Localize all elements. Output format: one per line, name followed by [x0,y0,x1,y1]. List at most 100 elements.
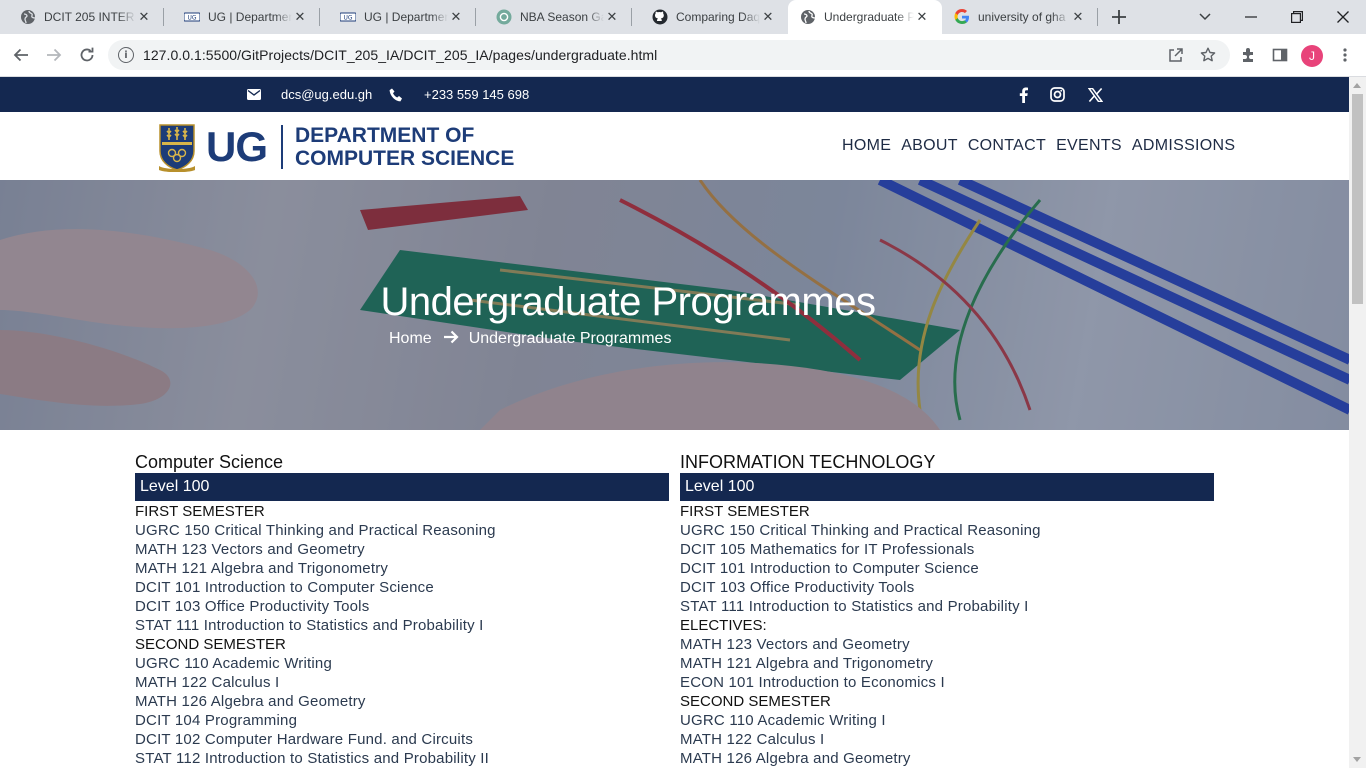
course-item: MATH 123 Vectors and Geometry [680,636,910,653]
scrollbar-thumb[interactable] [1352,94,1363,304]
scroll-down-arrow[interactable] [1353,757,1361,762]
forward-button[interactable] [42,43,66,67]
course-item: MATH 122 Calculus I [135,674,280,691]
minimize-button[interactable] [1228,0,1274,34]
level-header: Level 100 [680,473,1214,501]
nav-admissions[interactable]: ADMISSIONS [1132,137,1235,155]
svg-text:UG: UG [187,15,196,22]
page-scrollbar[interactable] [1349,77,1366,768]
ug-crest-icon [159,124,195,172]
envelope-icon [246,87,262,103]
globe-icon [20,9,36,25]
github-icon [652,9,668,25]
course-list: FIRST SEMESTER UGRC 150 Critical Thinking… [135,502,669,768]
close-window-button[interactable] [1320,0,1366,34]
facebook-link[interactable] [1015,77,1031,112]
restore-button[interactable] [1274,0,1320,34]
tab-title: university of gha [978,10,1066,24]
reload-button[interactable] [75,43,99,67]
browser-tab[interactable]: Comparing Daq ✕ [632,0,788,34]
logo-divider [281,125,283,169]
site-logo[interactable]: UG DEPARTMENT OF COMPUTER SCIENCE [158,122,514,172]
instagram-icon [1049,87,1065,103]
browser-tab[interactable]: UG UG | Department ✕ [320,0,476,34]
reload-icon [80,47,94,62]
course-item: MATH 122 Calculus I [680,731,825,748]
browser-tab[interactable]: DCIT 205 INTERIM ✕ [0,0,164,34]
scroll-up-arrow[interactable] [1353,83,1361,88]
course-item: MATH 126 Algebra and Geometry [135,693,366,710]
google-icon [954,9,970,25]
close-tab-icon[interactable]: ✕ [448,9,464,25]
close-tab-icon[interactable]: ✕ [604,9,620,25]
tab-title: Comparing Daq [676,10,760,24]
side-panel-icon[interactable] [1270,45,1290,65]
extensions-icon[interactable] [1238,45,1258,65]
logo-ug-text: UG [206,123,268,170]
email-contact[interactable]: dcs@ug.edu.gh [246,77,372,112]
url-text[interactable]: 127.0.0.1:5500/GitProjects/DCIT_205_IA/D… [143,47,657,63]
tab-title: DCIT 205 INTERIM [44,10,136,24]
close-tab-icon[interactable]: ✕ [292,9,308,25]
x-twitter-link[interactable] [1087,77,1103,112]
address-bar[interactable]: i 127.0.0.1:5500/GitProjects/DCIT_205_IA… [108,40,1230,70]
close-tab-icon[interactable]: ✕ [760,9,776,25]
close-tab-icon[interactable]: ✕ [136,9,152,25]
svg-text:UG: UG [343,15,352,22]
instagram-link[interactable] [1049,77,1065,112]
page-viewport: dcs@ug.edu.gh +233 559 145 698 UG DEPART… [0,77,1349,768]
tab-search-button[interactable] [1182,0,1228,34]
profile-avatar[interactable]: J [1301,45,1323,67]
phone-icon [388,87,404,103]
browser-tab[interactable]: UG UG | Department ✕ [164,0,320,34]
breadcrumb-home[interactable]: Home [389,330,432,348]
browser-tab-strip: DCIT 205 INTERIM ✕ UG UG | Department ✕ … [0,0,1366,34]
bookmark-star-icon[interactable] [1199,46,1217,64]
email-text[interactable]: dcs@ug.edu.gh [281,87,372,102]
ug-crest-icon: UG [184,9,200,25]
share-icon[interactable] [1167,46,1185,64]
close-icon [1337,11,1349,23]
semester-heading: FIRST SEMESTER [135,503,265,520]
course-item: UGRC 150 Critical Thinking and Practical… [680,522,1041,539]
browser-tab[interactable]: NBA Season Gam ✕ [476,0,632,34]
level-header: Level 100 [135,473,669,501]
nav-home[interactable]: HOME [842,137,891,155]
phone-contact[interactable]: +233 559 145 698 [388,77,529,112]
course-item: DCIT 103 Office Productivity Tools [680,579,915,596]
tab-title: UG | Department [364,10,448,24]
chatgpt-icon [496,9,512,25]
course-item: DCIT 101 Introduction to Computer Scienc… [680,560,979,577]
logo-dept-line1: DEPARTMENT OF [295,124,475,147]
course-item: DCIT 105 Mathematics for IT Professional… [680,541,975,558]
site-info-icon[interactable]: i [118,47,134,63]
programme-column-it: INFORMATION TECHNOLOGY Level 100 FIRST S… [680,452,1214,768]
arrow-right-icon [443,328,459,349]
back-button[interactable] [9,43,33,67]
course-item: MATH 123 Vectors and Geometry [135,541,365,558]
browser-tab[interactable]: university of gha ✕ [942,0,1098,34]
breadcrumb: Home Undergraduate Programmes [389,328,671,349]
nav-contact[interactable]: CONTACT [968,137,1046,155]
new-tab-button[interactable] [1108,6,1130,28]
course-item: MATH 121 Algebra and Trigonometry [680,655,934,672]
browser-toolbar: i 127.0.0.1:5500/GitProjects/DCIT_205_IA… [0,34,1366,77]
tab-title: Undergraduate P [824,10,914,24]
course-item: STAT 111 Introduction to Statistics and … [680,598,1029,615]
course-item: DCIT 102 Computer Hardware Fund. and Cir… [135,731,474,748]
nav-events[interactable]: EVENTS [1056,137,1122,155]
course-item: UGRC 110 Academic Writing I [680,712,886,729]
arrow-left-icon [13,48,28,62]
close-tab-icon[interactable]: ✕ [1070,9,1086,25]
close-tab-icon[interactable]: ✕ [914,9,930,25]
browser-tab-active[interactable]: Undergraduate P ✕ [788,0,942,34]
course-item: STAT 112 Introduction to Statistics and … [135,750,490,767]
nav-about[interactable]: ABOUT [901,137,958,155]
programme-title: Computer Science [135,452,284,472]
phone-text[interactable]: +233 559 145 698 [424,87,529,102]
course-item: MATH 126 Algebra and Geometry [680,750,911,767]
breadcrumb-current: Undergraduate Programmes [468,329,672,347]
more-menu-icon[interactable] [1335,45,1355,65]
programme-column-cs: Computer Science Level 100 FIRST SEMESTE… [135,452,669,768]
arrow-right-icon [47,48,62,62]
